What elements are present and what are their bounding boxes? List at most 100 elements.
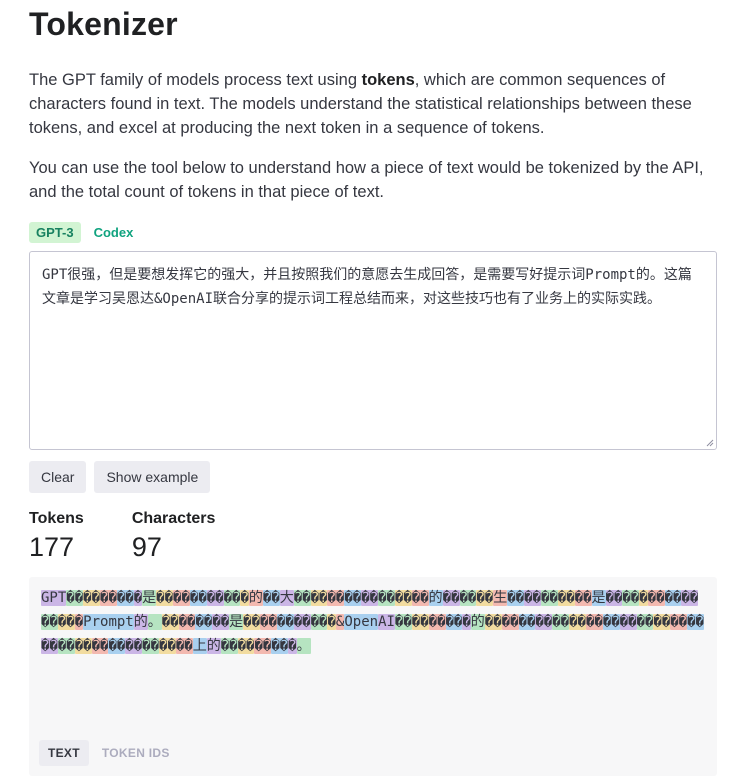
token-span: �� [411, 614, 429, 630]
token-span: �� [108, 638, 126, 654]
token-span: �� [552, 614, 570, 630]
token-span: 上 [192, 638, 207, 654]
tab-codex[interactable]: Codex [87, 222, 141, 243]
token-span: 是 [229, 614, 244, 630]
token-span: 是 [142, 590, 157, 606]
token-span: � [327, 614, 336, 630]
token-span: Prompt [83, 614, 134, 630]
token-span: �� [125, 638, 143, 654]
token-span: �� [394, 614, 412, 630]
characters-stat: Characters 97 [132, 510, 216, 563]
token-span: �� [619, 614, 637, 630]
token-span: �� [569, 614, 586, 630]
token-span: �� [574, 590, 592, 606]
token-span: �� [602, 614, 620, 630]
token-span: �� [428, 614, 446, 630]
token-stats: Tokens 177 Characters 97 [29, 510, 215, 563]
token-span: �� [156, 590, 174, 606]
token-span: �� [670, 614, 688, 630]
token-span: 的 [206, 638, 221, 654]
tokens-count: 177 [29, 532, 75, 562]
characters-count: 97 [131, 532, 162, 562]
token-span: �� [41, 638, 58, 654]
intro-paragraph: The GPT family of models process text us… [29, 68, 715, 140]
token-span: �� [557, 590, 575, 606]
tokens-stat: Tokens 177 [29, 510, 84, 563]
token-span: �� [100, 590, 117, 606]
token-span: �� [507, 590, 525, 606]
token-span: �� [622, 590, 640, 606]
token-span: � [133, 590, 143, 606]
intro-bold-term: tokens [361, 71, 415, 89]
token-span: �� [459, 590, 477, 606]
token-span: �� [206, 590, 224, 606]
token-span: � [639, 590, 648, 606]
token-span: �� [116, 590, 134, 606]
token-span: �� [664, 590, 682, 606]
token-span: �� [647, 590, 665, 606]
token-span: �� [41, 614, 58, 630]
token-span: �� [524, 590, 541, 606]
show-example-button[interactable]: Show example [94, 461, 211, 493]
token-span: �� [535, 614, 553, 630]
token-span: �� [442, 590, 460, 606]
token-span: �� [310, 614, 328, 630]
token-span: �� [327, 590, 345, 606]
page-title: Tokenizer [29, 6, 178, 42]
token-span: �� [262, 590, 280, 606]
token-span: 的 [248, 590, 263, 606]
token-span: �� [254, 638, 272, 654]
resize-handle-icon[interactable] [706, 439, 714, 447]
token-span: �� [653, 614, 671, 630]
tab-text[interactable]: TEXT [39, 740, 89, 766]
tool-description: You can use the tool below to understand… [29, 159, 704, 201]
output-view-tabs: TEXT TOKEN IDS [39, 740, 179, 766]
token-span: 的 [470, 614, 485, 630]
token-span: � [288, 638, 297, 654]
token-span: �� [293, 614, 311, 630]
token-span: � [240, 590, 249, 606]
tab-token-ids[interactable]: TOKEN IDS [93, 740, 179, 766]
token-span: �� [243, 614, 261, 630]
token-span: �� [540, 590, 558, 606]
token-span: �� [476, 590, 494, 606]
action-buttons: Clear Show example [29, 461, 211, 493]
token-span: �� [361, 590, 379, 606]
token-span: �� [378, 590, 395, 606]
token-span: �� [271, 638, 289, 654]
token-span: �� [260, 614, 277, 630]
token-span: 。 [296, 638, 311, 654]
token-span: 生 [493, 590, 508, 606]
token-span: �� [189, 590, 207, 606]
token-span: �� [518, 614, 536, 630]
token-span: �� [195, 614, 213, 630]
token-span: �� [687, 614, 704, 630]
model-selector: GPT-3 Codex [29, 222, 140, 243]
clear-button[interactable]: Clear [29, 461, 87, 493]
token-span: �� [161, 614, 179, 630]
tokenized-output: GPT���������是�����������的��大������������… [29, 577, 717, 776]
token-span: �� [636, 614, 654, 630]
text-input[interactable]: GPT很强，但是要想发挥它的强大，并且按照我们的意愿去生成回答，是需要写好提示词… [29, 251, 717, 450]
tab-gpt3[interactable]: GPT-3 [29, 222, 81, 243]
token-span: �� [159, 638, 176, 654]
token-span: �� [91, 638, 109, 654]
characters-label: Characters [131, 510, 216, 527]
token-span: �� [66, 590, 84, 606]
token-span: �� [57, 614, 75, 630]
token-span: �� [83, 590, 101, 606]
token-span: �� [681, 590, 699, 606]
token-span: �� [175, 638, 193, 654]
token-span: �� [445, 614, 463, 630]
tokens-label: Tokens [29, 510, 84, 527]
token-span: 的 [428, 590, 443, 606]
token-span: �� [276, 614, 294, 630]
token-span: 。 [147, 614, 162, 630]
token-span: 大 [279, 590, 294, 606]
token-span: �� [74, 638, 92, 654]
token-span: � [74, 614, 84, 630]
token-span: �� [293, 590, 311, 606]
token-span: GPT [41, 590, 67, 606]
token-span: �� [212, 614, 230, 630]
token-span: � [462, 614, 471, 630]
